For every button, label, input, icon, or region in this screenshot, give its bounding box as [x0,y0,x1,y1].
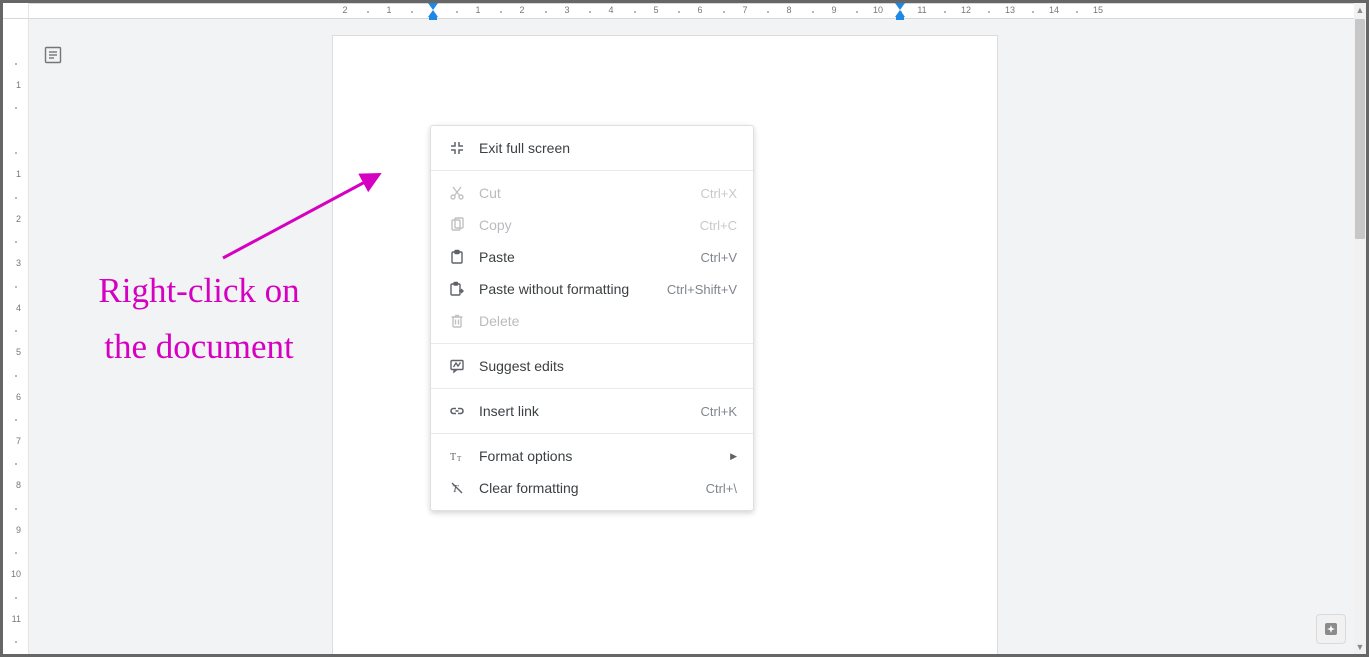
menu-separator [431,433,753,434]
ruler-label: 9 [831,5,836,15]
ruler-label: 12 [961,5,971,15]
link-icon [447,401,467,421]
menu-shortcut: Ctrl+Shift+V [667,282,737,297]
svg-text:T: T [457,455,462,463]
ruler-label: 2 [519,5,524,15]
ruler-label: 15 [1093,5,1103,15]
ruler-label: 1 [475,5,480,15]
menu-item-insert-link[interactable]: Insert link Ctrl+K [431,395,753,427]
ruler-label: 1 [3,169,21,179]
ruler-label: 1 [3,80,21,90]
menu-item-paste[interactable]: Paste Ctrl+V [431,241,753,273]
right-indent-base[interactable] [896,16,904,20]
ruler-label: 14 [1049,5,1059,15]
menu-label: Copy [479,217,700,233]
document-outline-button[interactable] [38,40,68,70]
vertical-scrollbar[interactable]: ▲ ▼ [1354,3,1366,654]
ruler-label: 1 [386,5,391,15]
menu-item-clear-formatting[interactable]: T Clear formatting Ctrl+\ [431,472,753,504]
ruler-label: 4 [608,5,613,15]
annotation-line: Right-click on [59,263,339,319]
explore-icon [1322,620,1340,638]
menu-item-paste-without-formatting[interactable]: Paste without formatting Ctrl+Shift+V [431,273,753,305]
menu-item-format-options[interactable]: T T Format options ▶ [431,440,753,472]
copy-icon [447,215,467,235]
menu-label: Format options [479,448,722,464]
menu-label: Suggest edits [479,358,737,374]
menu-separator [431,388,753,389]
menu-label: Paste [479,249,701,265]
submenu-arrow-icon: ▶ [730,451,737,462]
svg-text:T: T [450,452,456,463]
annotation-line: the document [59,319,339,375]
ruler-label: 11 [917,5,926,15]
explore-button[interactable] [1316,614,1346,644]
scrollbar-down-button[interactable]: ▼ [1354,640,1366,654]
ruler-label: 8 [3,480,21,490]
vertical-ruler[interactable]: 1 1 2 3 4 5 6 7 8 9 10 11 12 13 [3,19,29,654]
scrollbar-up-button[interactable]: ▲ [1354,3,1366,17]
menu-shortcut: Ctrl+K [701,404,737,419]
annotation-arrow [203,163,413,273]
ruler-label: 5 [3,347,21,357]
ruler-label: 6 [697,5,702,15]
menu-shortcut: Ctrl+\ [706,481,737,496]
menu-item-exit-full-screen[interactable]: Exit full screen [431,132,753,164]
menu-separator [431,343,753,344]
ruler-label: 3 [564,5,569,15]
ruler-label: 13 [1005,5,1015,15]
ruler-label: 11 [3,614,21,624]
menu-item-copy[interactable]: Copy Ctrl+C [431,209,753,241]
right-indent-marker[interactable] [895,3,905,10]
context-menu: Exit full screen Cut Ctrl+X Copy Ctrl+C [430,125,754,511]
menu-separator [431,170,753,171]
menu-label: Paste without formatting [479,281,667,297]
scrollbar-thumb[interactable] [1355,19,1365,239]
ruler-label: 7 [742,5,747,15]
ruler-label: 7 [3,436,21,446]
ruler-label: 8 [786,5,791,15]
ruler-label: 3 [3,258,21,268]
paste-plain-icon [447,279,467,299]
ruler-label: 10 [873,5,883,15]
annotation-text: Right-click on the document [59,263,339,375]
menu-shortcut: Ctrl+X [701,186,737,201]
clear-formatting-icon: T [447,478,467,498]
menu-label: Clear formatting [479,480,706,496]
ruler-label: 10 [3,569,21,579]
ruler-label: 6 [3,392,21,402]
ruler-corner [3,3,29,19]
menu-shortcut: Ctrl+V [701,250,737,265]
ruler-label: 5 [653,5,658,15]
exit-fullscreen-icon [447,138,467,158]
menu-item-cut[interactable]: Cut Ctrl+X [431,177,753,209]
ruler-label: 4 [3,303,21,313]
horizontal-ruler[interactable]: 2 1 1 2 3 4 5 6 7 8 9 10 11 12 13 14 15 [29,3,1354,19]
format-options-icon: T T [447,446,467,466]
menu-item-delete[interactable]: Delete [431,305,753,337]
menu-label: Delete [479,313,737,329]
menu-label: Insert link [479,403,701,419]
menu-shortcut: Ctrl+C [700,218,737,233]
left-indent-base[interactable] [429,16,437,20]
first-line-indent-marker[interactable] [428,3,438,10]
ruler-label: 2 [3,214,21,224]
paste-icon [447,247,467,267]
ruler-label: 2 [342,5,347,15]
app-frame: 2 1 1 2 3 4 5 6 7 8 9 10 11 12 13 14 15 [0,0,1369,657]
ruler-label: 9 [3,525,21,535]
menu-label: Cut [479,185,701,201]
cut-icon [447,183,467,203]
menu-item-suggest-edits[interactable]: Suggest edits [431,350,753,382]
suggest-edits-icon [447,356,467,376]
menu-label: Exit full screen [479,140,737,156]
delete-icon [447,311,467,331]
